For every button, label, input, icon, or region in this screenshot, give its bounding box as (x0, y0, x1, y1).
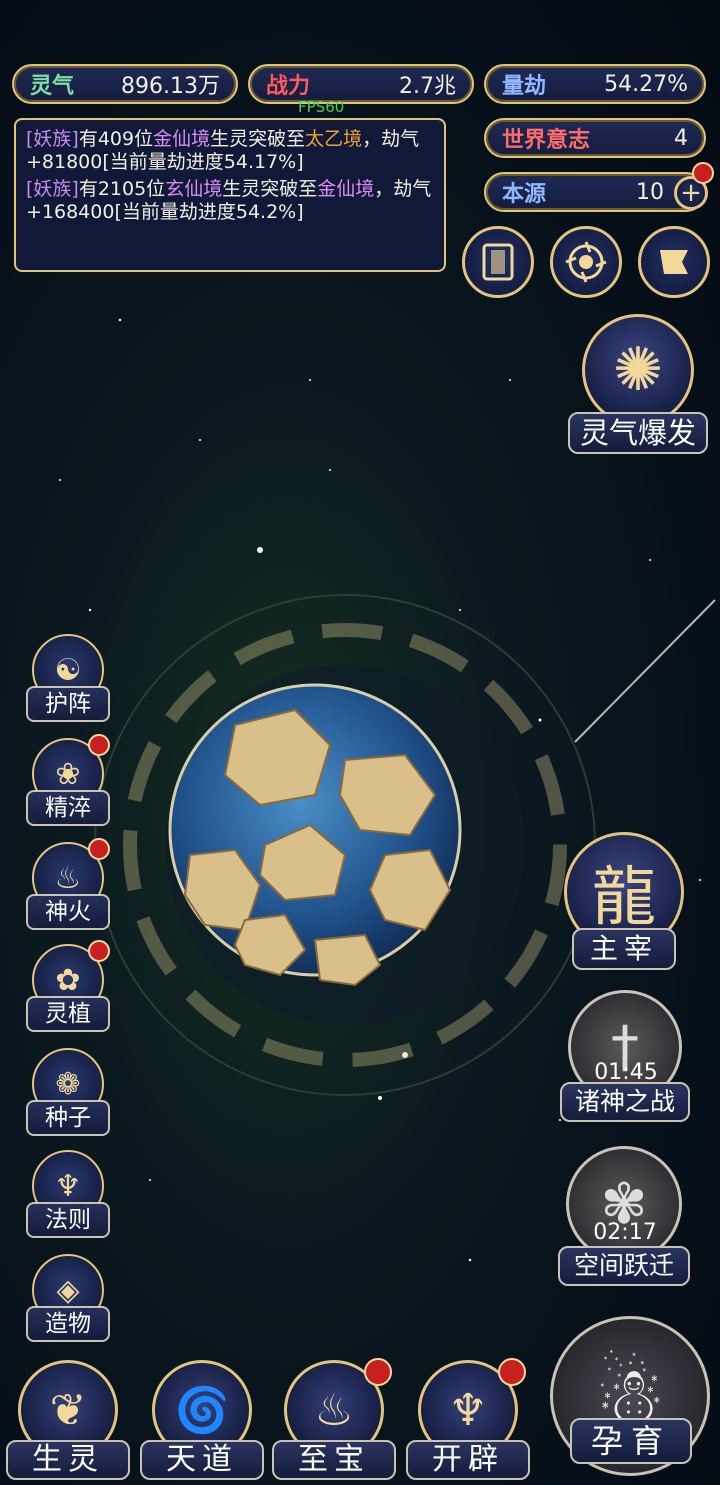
zhushen-label: 诸神之战 (560, 1082, 690, 1122)
origin-panel: 本源 10 (484, 172, 706, 212)
burst-icon: ✺ (582, 314, 694, 426)
vortex-icon (565, 241, 607, 283)
notification-dot (88, 734, 110, 756)
zhuzai-button[interactable]: 龍 主宰 (562, 832, 686, 972)
liangjie-label: 量劫 (502, 74, 547, 99)
lingqi-value: 896.13万 (121, 74, 220, 99)
log-entry: [妖族]有409位金仙境生灵突破至太乙境，劫气+81800[当前量劫进度54.1… (26, 128, 420, 173)
notification-dot (364, 1358, 392, 1386)
liangjie-value: 54.27% (604, 71, 688, 97)
left-menu-zaowu-button[interactable]: ◈ 造物 (26, 1254, 110, 1346)
banner-button[interactable] (638, 226, 710, 298)
zhanli-value: 2.7兆 (399, 74, 456, 99)
left-menu-label: 造物 (26, 1306, 110, 1342)
planet-world[interactable] (165, 665, 465, 995)
left-menu-label: 神火 (26, 894, 110, 930)
origin-value: 10 (636, 179, 664, 205)
burst-label: 灵气爆发 (568, 412, 708, 454)
left-menu-label: 护阵 (26, 686, 110, 722)
zhushen-battle-button[interactable]: † 01:45 诸神之战 (560, 990, 692, 1130)
left-menu-faze-button[interactable]: ♆ 法则 (26, 1150, 110, 1242)
left-menu-zhongzi-button[interactable]: ❁ 种子 (26, 1048, 110, 1140)
notification-dot (88, 940, 110, 962)
bottom-menu-shengling-button[interactable]: ❦ 生灵 (6, 1360, 130, 1480)
yunyu-button[interactable]: ☃ 孕育 (544, 1312, 716, 1484)
space-jump-label: 空间跃迁 (558, 1246, 690, 1286)
bottom-menu-label: 生灵 (6, 1440, 130, 1480)
zhuzai-label: 主宰 (572, 928, 676, 970)
bottom-menu-label: 至宝 (272, 1440, 396, 1480)
left-menu-shenhuo-button[interactable]: ♨ 神火 (26, 838, 110, 934)
zhanli-panel: 战力 2.7兆 (248, 64, 474, 104)
bottom-menu-tiandao-button[interactable]: 🌀 天道 (140, 1360, 264, 1480)
space-jump-button[interactable]: ✾ 02:17 空间跃迁 (558, 1146, 692, 1290)
lingqi-panel: 灵气 896.13万 (12, 64, 238, 104)
left-menu-label: 灵植 (26, 996, 110, 1032)
lingqi-burst-button[interactable]: ✺ 灵气爆发 (568, 314, 712, 456)
bottom-menu-label: 天道 (140, 1440, 264, 1480)
fps-counter: FPS60 (298, 98, 345, 116)
vortex-button[interactable] (550, 226, 622, 298)
bottom-menu-kaipi-button[interactable]: ♆ 开辟 (406, 1358, 530, 1480)
zhanli-label: 战力 (266, 74, 311, 99)
yunyu-label: 孕育 (570, 1418, 692, 1464)
world-will-value: 4 (674, 125, 688, 151)
notification-dot (498, 1358, 526, 1386)
left-menu-lingzhi-button[interactable]: ✿ 灵植 (26, 940, 110, 1036)
event-log: [妖族]有409位金仙境生灵突破至太乙境，劫气+81800[当前量劫进度54.1… (14, 118, 446, 272)
left-menu-label: 法则 (26, 1202, 110, 1238)
left-menu-huzhen-button[interactable]: ☯ 护阵 (26, 634, 110, 726)
world-will-label: 世界意志 (502, 128, 591, 153)
left-menu-jingcui-button[interactable]: ❀ 精淬 (26, 734, 110, 830)
banner-icon (660, 250, 688, 274)
lingqi-label: 灵气 (30, 74, 75, 99)
left-menu-label: 精淬 (26, 790, 110, 826)
liangjie-panel: 量劫 54.27% (484, 64, 706, 104)
world-will-panel[interactable]: 世界意志 4 (484, 118, 706, 158)
origin-label: 本源 (502, 182, 547, 207)
card-button[interactable] (462, 226, 534, 298)
bottom-menu-zhibao-button[interactable]: ♨ 至宝 (272, 1358, 396, 1480)
space-jump-timer: 02:17 (593, 1220, 657, 1245)
log-entry: [妖族]有2105位玄仙境生灵突破至金仙境，劫气+168400[当前量劫进度54… (26, 178, 432, 223)
origin-notification-dot (692, 162, 714, 184)
card-icon (482, 243, 514, 281)
bottom-menu-label: 开辟 (406, 1440, 530, 1480)
left-menu-label: 种子 (26, 1100, 110, 1136)
notification-dot (88, 838, 110, 860)
